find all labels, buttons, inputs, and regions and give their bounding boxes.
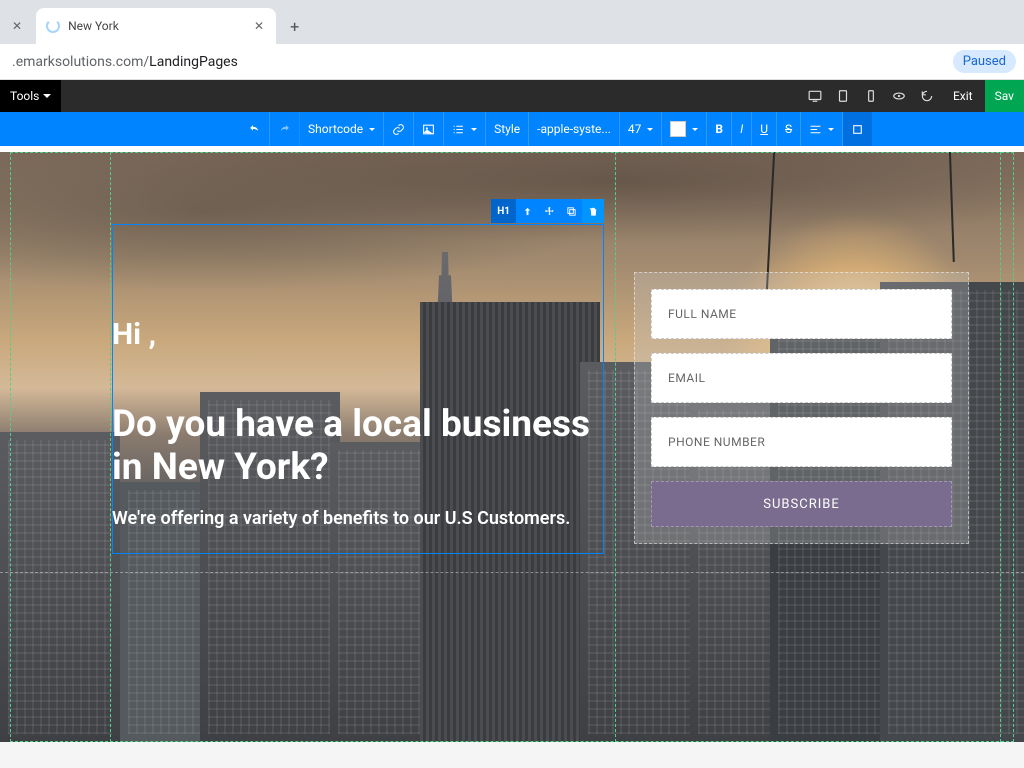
font-dropdown[interactable]: -apple-syste... — [529, 112, 620, 146]
close-icon[interactable]: ✕ — [10, 17, 24, 35]
shortcode-button[interactable]: Shortcode — [300, 112, 384, 146]
italic-button[interactable]: I — [732, 112, 752, 146]
url-text: .emarksolutions.com/LandingPages — [8, 54, 945, 70]
desktop-preview-icon[interactable] — [801, 80, 829, 112]
preview-eye-icon[interactable] — [885, 80, 913, 112]
browser-tab-active[interactable]: New York ✕ — [36, 8, 276, 44]
editor-toolbar: Shortcode Style -apple-syste... 47 B I U… — [0, 112, 1024, 146]
url-host: .emarksolutions.com/ — [12, 54, 149, 70]
link-button[interactable] — [384, 112, 414, 146]
color-swatch — [670, 121, 686, 137]
email-placeholder: EMAIL — [668, 371, 705, 385]
tools-menu[interactable]: Tools — [0, 80, 61, 112]
font-size-dropdown[interactable]: 47 — [620, 112, 663, 146]
tools-label: Tools — [10, 89, 39, 103]
underline-button[interactable]: U — [752, 112, 777, 146]
hero-subtitle: We're offering a variety of benefits to … — [112, 507, 612, 531]
exit-button[interactable]: Exit — [941, 80, 985, 112]
hero-text-block[interactable]: Hi , Do you have a local business in New… — [112, 317, 612, 531]
delete-icon[interactable] — [582, 199, 604, 223]
shortcode-label: Shortcode — [308, 122, 363, 136]
style-dropdown[interactable]: Style — [486, 112, 529, 146]
tablet-preview-icon[interactable] — [829, 80, 857, 112]
address-bar[interactable]: .emarksolutions.com/LandingPages Paused — [0, 44, 1024, 80]
url-path: LandingPages — [149, 54, 238, 70]
email-field[interactable]: EMAIL — [651, 353, 952, 403]
browser-tab-strip: ✕ New York ✕ + — [0, 0, 1024, 44]
page-canvas[interactable]: H1 Hi , Do you have a local business in … — [0, 152, 1024, 742]
subscribe-button[interactable]: SUBSCRIBE — [651, 481, 952, 527]
subscribe-form[interactable]: FULL NAME EMAIL PHONE NUMBER SUBSCRIBE — [634, 272, 969, 544]
font-label: -apple-syste... — [537, 122, 611, 136]
new-tab-button[interactable]: + — [278, 9, 311, 44]
duplicate-icon[interactable] — [560, 199, 582, 223]
list-button[interactable] — [444, 112, 486, 146]
image-button[interactable] — [414, 112, 444, 146]
fullname-placeholder: FULL NAME — [668, 307, 737, 321]
save-button[interactable]: Sav — [985, 80, 1024, 112]
redo-button[interactable] — [270, 112, 300, 146]
drag-icon[interactable] — [538, 199, 560, 223]
container-button[interactable] — [843, 112, 872, 146]
fullname-field[interactable]: FULL NAME — [651, 289, 952, 339]
editor-menubar: Tools Exit Sav — [0, 80, 1024, 112]
undo-button[interactable] — [240, 112, 270, 146]
selection-toolbar: H1 — [491, 199, 604, 223]
phone-field[interactable]: PHONE NUMBER — [651, 417, 952, 467]
size-label: 47 — [628, 122, 642, 136]
history-icon[interactable] — [913, 80, 941, 112]
hero-greeting: Hi , — [112, 317, 612, 352]
element-tag-badge: H1 — [491, 199, 516, 223]
tab-title: New York — [68, 19, 119, 33]
bold-button[interactable]: B — [707, 112, 732, 146]
loading-spinner-icon — [46, 19, 60, 33]
previous-tab-close[interactable]: ✕ — [0, 8, 34, 44]
move-up-icon[interactable] — [516, 199, 538, 223]
chevron-down-icon — [43, 89, 51, 103]
paused-badge[interactable]: Paused — [953, 50, 1016, 73]
style-label: Style — [494, 122, 520, 136]
strikethrough-button[interactable]: S — [777, 112, 801, 146]
align-button[interactable] — [801, 112, 843, 146]
close-icon[interactable]: ✕ — [252, 17, 266, 35]
subscribe-label: SUBSCRIBE — [763, 497, 839, 512]
phone-placeholder: PHONE NUMBER — [668, 435, 765, 449]
color-picker[interactable] — [662, 112, 707, 146]
hero-headline: Do you have a local business in New York… — [112, 404, 612, 489]
mobile-preview-icon[interactable] — [857, 80, 885, 112]
